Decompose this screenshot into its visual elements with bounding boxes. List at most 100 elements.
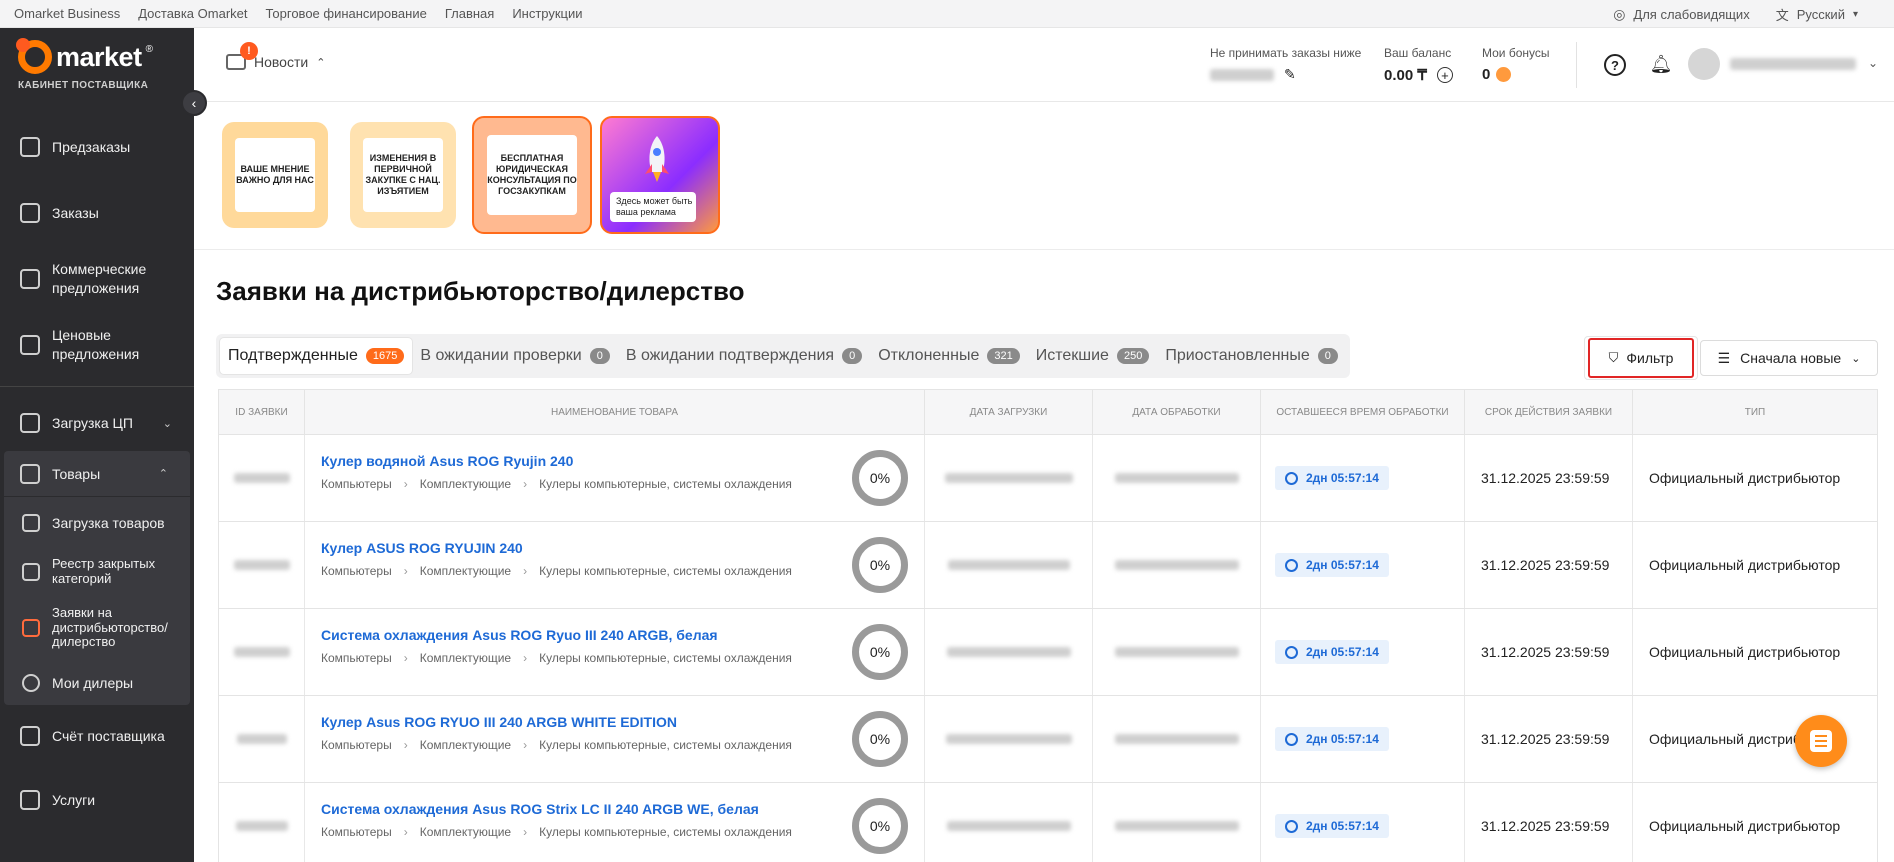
tab-count-badge: 0: [842, 348, 863, 364]
request-icon: [22, 619, 40, 637]
progress-ring: 0%: [852, 798, 908, 854]
top-link-omarket-business[interactable]: Omarket Business: [14, 6, 120, 21]
product-link[interactable]: Кулер водяной Asus ROG Ryujin 240: [321, 453, 908, 469]
upload-products-icon: [22, 514, 40, 532]
banner-text: ВАШЕ МНЕНИЕ ВАЖНО ДЛЯ НАС: [235, 138, 315, 212]
tab-confirmed[interactable]: Подтвержденные 1675: [220, 338, 413, 374]
avatar[interactable]: [1688, 48, 1720, 80]
sidebar-item-commercial-offers[interactable]: Коммерческие предложения: [0, 246, 194, 312]
sidebar-divider: [0, 386, 194, 387]
remaining-time-badge: 2дн 05:57:14: [1275, 466, 1389, 490]
sidebar-item-label: Счёт поставщика: [52, 728, 165, 744]
news-badge: !: [240, 42, 258, 60]
tab-count-badge: 321: [987, 348, 1020, 364]
tab-count-badge: 1675: [365, 348, 405, 364]
sidebar-item-services[interactable]: Услуги: [0, 767, 194, 833]
chevron-right-icon: ›: [523, 564, 528, 578]
sidebar-subitem-label: Заявки на дистрибьюторство/ дилерство: [52, 604, 168, 650]
chevron-up-icon: ⌃: [158, 468, 168, 480]
chevron-right-icon: ›: [523, 738, 528, 752]
sidebar-item-preorders[interactable]: Предзаказы: [0, 114, 194, 180]
category-breadcrumb: Компьютеры › Комплектующие › Кулеры компью…: [321, 651, 908, 665]
logo[interactable]: market ®: [16, 38, 153, 74]
bell-icon[interactable]: 🔔︎: [1650, 52, 1673, 76]
banner-feedback[interactable]: ВАШЕ МНЕНИЕ ВАЖНО ДЛЯ НАС: [222, 122, 328, 228]
news-dropdown[interactable]: ! Новости ⌃: [226, 42, 325, 70]
services-icon: [20, 790, 40, 810]
chevron-down-icon[interactable]: ⌄: [1868, 56, 1878, 70]
sidebar-subitem-closed-categories[interactable]: Реестр закрытых категорий: [4, 549, 190, 595]
sidebar-subitem-upload-products[interactable]: Загрузка товаров: [4, 497, 190, 549]
table-header: ID ЗАЯВКИ НАИМЕНОВАНИЕ ТОВАРА ДАТА ЗАГРУ…: [219, 390, 1877, 435]
add-balance-icon[interactable]: +: [1436, 67, 1453, 83]
sort-dropdown[interactable]: ☰ Сначала новые ⌄: [1700, 340, 1878, 376]
help-icon[interactable]: ?: [1604, 54, 1626, 76]
banner-advertising[interactable]: Здесь может быть ваша реклама: [600, 116, 720, 234]
translate-icon: 文: [1775, 8, 1789, 23]
top-link-trade-finance[interactable]: Торговое финансирование: [265, 6, 426, 21]
tab-label: Приостановленные: [1165, 347, 1310, 364]
product-link[interactable]: Кулер Asus ROG RYUO III 240 ARGB WHITE E…: [321, 714, 908, 730]
users-icon: [22, 674, 40, 692]
banner-legal-consultation[interactable]: БЕСПЛАТНАЯ ЮРИДИЧЕСКАЯ КОНСУЛЬТАЦИЯ ПО Г…: [472, 116, 592, 234]
sidebar-subitem-distribution-requests[interactable]: Заявки на дистрибьюторство/ дилерство: [4, 595, 190, 661]
top-link-delivery[interactable]: Доставка Omarket: [138, 6, 247, 21]
eye-off-icon: ◎: [1613, 6, 1626, 22]
table-row: Кулер ASUS ROG RYUJIN 240 Компьютеры › Ко…: [219, 522, 1877, 609]
crumb: Компьютеры: [321, 477, 392, 491]
processing-date: [1114, 560, 1239, 570]
banner-text: Здесь может быть ваша реклама: [610, 192, 696, 222]
language-label: Русский: [1796, 7, 1845, 22]
sidebar-item-label: Предзаказы: [52, 139, 131, 155]
upload-icon: [20, 413, 40, 433]
product-link[interactable]: Система охлаждения Asus ROG Strix LC II …: [321, 801, 908, 817]
sidebar-item-products[interactable]: Товары ⌃: [4, 451, 190, 497]
tab-pending-confirmation[interactable]: В ожидании подтверждения 0: [618, 338, 870, 374]
document-icon: [20, 269, 40, 289]
header: ! Новости ⌃ Не принимать заказы ниже ✎ В…: [194, 28, 1894, 102]
orders-icon: [20, 203, 40, 223]
top-strip: Omarket Business Доставка Omarket Торгов…: [0, 0, 1894, 28]
chevron-left-icon: ‹: [191, 95, 197, 111]
sidebar-subitem-label: Загрузка товаров: [52, 515, 165, 531]
banner-procurement-changes[interactable]: ИЗМЕНЕНИЯ В ПЕРВИЧНОЙ ЗАКУПКЕ С НАЦ. ИЗЪ…: [350, 122, 456, 228]
product-link[interactable]: Система охлаждения Asus ROG Ryuo III 240…: [321, 627, 908, 643]
table-row: Кулер водяной Asus ROG Ryujin 240 Компью…: [219, 435, 1877, 522]
expiry-date: 31.12.2025 23:59:59: [1465, 435, 1633, 521]
chat-fab-button[interactable]: [1795, 715, 1847, 767]
tab-expired[interactable]: Истекшие 250: [1028, 338, 1158, 374]
tab-rejected[interactable]: Отклоненные 321: [870, 338, 1028, 374]
chevron-right-icon: ›: [403, 825, 408, 839]
clock-icon: [1285, 819, 1298, 833]
remaining-time-badge: 2дн 05:57:14: [1275, 814, 1389, 838]
column-header-id: ID ЗАЯВКИ: [219, 390, 305, 434]
tab-label: Истекшие: [1035, 347, 1109, 364]
chevron-right-icon: ›: [403, 564, 408, 578]
processing-date: [1114, 821, 1239, 831]
column-header-remaining-time: ОСТАВШЕЕСЯ ВРЕМЯ ОБРАБОТКИ: [1261, 390, 1465, 434]
chevron-right-icon: ›: [523, 825, 528, 839]
filter-button[interactable]: ⛉ Фильтр: [1584, 336, 1698, 380]
user-name[interactable]: [1730, 58, 1856, 70]
chevron-right-icon: ›: [523, 651, 528, 665]
top-link-home[interactable]: Главная: [445, 6, 494, 21]
edit-icon[interactable]: ✎: [1284, 66, 1296, 83]
sidebar-collapse-button[interactable]: ‹: [181, 90, 207, 116]
sidebar-item-price-offers[interactable]: Ценовые предложения: [0, 312, 194, 378]
tab-suspended[interactable]: Приостановленные 0: [1157, 338, 1346, 374]
sidebar-item-supplier-account[interactable]: Счёт поставщика: [0, 705, 194, 767]
accessibility-link[interactable]: ◎ Для слабовидящих: [1613, 6, 1750, 23]
language-selector[interactable]: 文 Русский ▾: [1776, 5, 1858, 24]
sidebar-item-orders[interactable]: Заказы: [0, 180, 194, 246]
sidebar-subitem-my-dealers[interactable]: Мои дилеры: [4, 661, 190, 705]
tab-pending-review[interactable]: В ожидании проверки 0: [412, 338, 618, 374]
category-breadcrumb: Компьютеры › Комплектующие › Кулеры компью…: [321, 738, 908, 752]
upload-date: [945, 734, 1072, 744]
sidebar-item-upload-prices[interactable]: Загрузка ЦП ⌄: [0, 395, 194, 451]
chevron-down-icon: ⌄: [1851, 352, 1861, 365]
accessibility-label: Для слабовидящих: [1633, 7, 1750, 22]
product-link[interactable]: Кулер ASUS ROG RYUJIN 240: [321, 540, 908, 556]
clock-icon: [1285, 645, 1298, 659]
bonus-value: 0: [1482, 66, 1491, 83]
top-link-instructions[interactable]: Инструкции: [512, 6, 582, 21]
